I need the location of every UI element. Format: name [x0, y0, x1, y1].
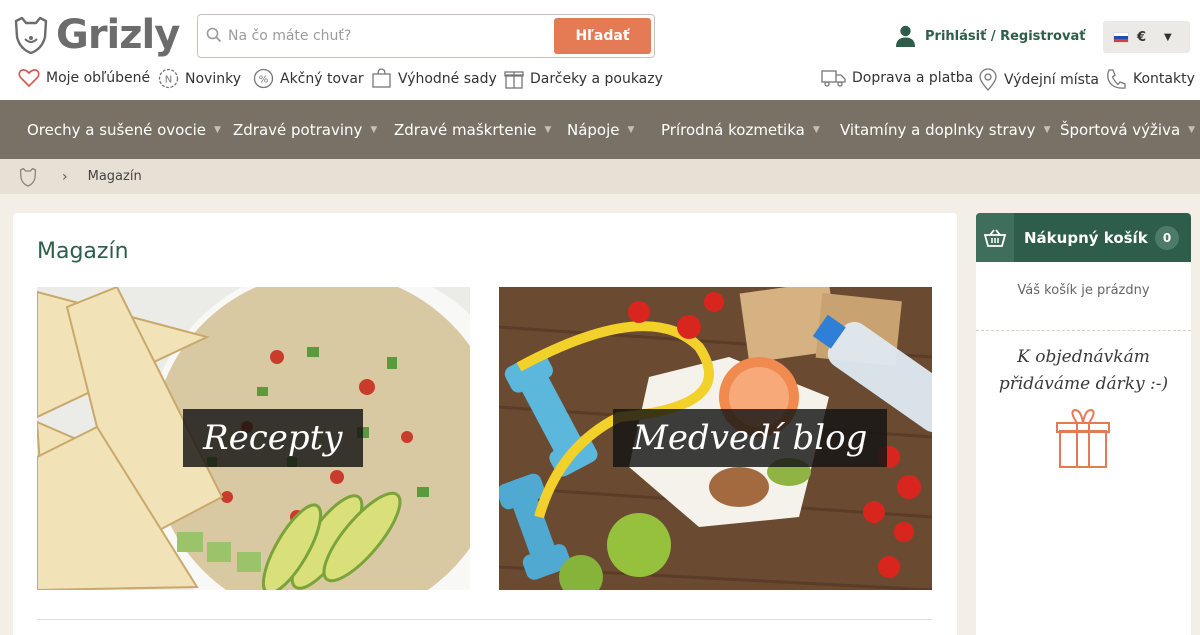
chevron-right-icon: › — [62, 168, 68, 185]
nav-sports[interactable]: Športová výživa ▼ — [1060, 100, 1195, 159]
nav-vitamins[interactable]: Vitamíny a doplnky stravy ▼ — [840, 100, 1051, 159]
percent-icon: % — [253, 68, 274, 89]
card-blog[interactable]: Medvedí blog — [499, 287, 932, 590]
brand-name: Grizly — [56, 12, 180, 58]
subnav-sale[interactable]: % Akčný tovar — [253, 68, 364, 89]
subnav-gifts[interactable]: Darčeky a poukazy — [504, 68, 663, 89]
main-navigation: Orechy a sušené ovocie ▼ Zdravé potraviny… — [0, 100, 1200, 159]
gift-icon — [504, 71, 524, 89]
currency-value: € — [1137, 29, 1147, 45]
user-icon — [896, 25, 915, 47]
header: Grizly Hľadať Prihlásiť / Registrovať € … — [0, 0, 1200, 100]
home-bear-icon[interactable] — [18, 167, 38, 187]
logo[interactable]: Grizly — [12, 12, 180, 58]
subnav-favorites[interactable]: Moje obľúbené — [18, 68, 150, 88]
search-icon — [206, 27, 222, 43]
cart-header[interactable]: Nákupný košík 0 — [976, 213, 1191, 262]
svg-text:N: N — [165, 75, 172, 86]
shopping-cart: Nákupný košík 0 Váš košík je prázdny K o… — [976, 213, 1191, 635]
login-link[interactable]: Prihlásiť / Registrovať — [895, 25, 1085, 47]
divider — [37, 619, 932, 620]
breadcrumb-current: Magazín — [87, 169, 142, 184]
main-content: Magazín Recepty Medvedí blog — [13, 213, 957, 635]
subnav-news[interactable]: N Novinky — [158, 68, 241, 89]
basket-icon-box — [976, 213, 1014, 262]
breadcrumb: › Magazín — [0, 159, 1200, 194]
page-title: Magazín — [37, 239, 129, 264]
subnav-contacts[interactable]: Kontakty — [1105, 68, 1195, 90]
chevron-down-icon: ▼ — [213, 124, 221, 135]
truck-icon — [821, 70, 846, 87]
chevron-down-icon: ▼ — [1164, 31, 1172, 43]
card-recipes[interactable]: Recepty — [37, 287, 470, 590]
bag-icon — [372, 68, 391, 88]
nav-cosmetics[interactable]: Prírodná kozmetika ▼ — [661, 100, 820, 159]
basket-icon — [984, 228, 1006, 247]
subnav-shipping[interactable]: Doprava a platba — [821, 68, 973, 88]
search-button[interactable]: Hľadať — [554, 18, 651, 54]
subnav: Moje obľúbené N Novinky % Akčný tovar Vý… — [0, 68, 1200, 94]
phone-icon — [1107, 69, 1126, 89]
new-badge-icon: N — [158, 68, 179, 89]
nav-nuts[interactable]: Orechy a sušené ovocie ▼ — [27, 100, 221, 159]
chevron-down-icon: ▼ — [370, 124, 378, 135]
svg-text:%: % — [259, 75, 269, 86]
chevron-down-icon: ▼ — [1043, 124, 1051, 135]
slovak-flag-icon — [1113, 31, 1129, 43]
currency-selector[interactable]: € ▼ — [1103, 21, 1190, 53]
gift-line-2: přidáváme dárky :-) — [998, 374, 1169, 394]
gift-message: K objednávkám přidáváme dárky :-) — [976, 344, 1191, 398]
login-label: Prihlásiť / Registrovať — [925, 28, 1086, 44]
heart-icon — [18, 69, 40, 88]
card-recipes-label: Recepty — [183, 409, 363, 467]
nav-drinks[interactable]: Nápoje ▼ — [567, 100, 634, 159]
cart-title: Nákupný košík — [1024, 228, 1148, 247]
chevron-down-icon: ▼ — [1188, 124, 1196, 135]
map-pin-icon — [979, 68, 997, 91]
nav-healthy-food[interactable]: Zdravé potraviny ▼ — [233, 100, 377, 159]
cart-count-badge: 0 — [1155, 226, 1179, 250]
bear-logo-icon — [14, 16, 48, 55]
subnav-pickup[interactable]: Výdejní místa — [978, 68, 1099, 92]
gift-box-icon — [1056, 409, 1110, 468]
nav-healthy-snacks[interactable]: Zdravé maškrtenie ▼ — [394, 100, 551, 159]
card-blog-label: Medvedí blog — [613, 409, 888, 467]
gift-line-1: K objednávkám — [1017, 347, 1150, 367]
cart-separator — [976, 330, 1191, 331]
search-box: Hľadať — [197, 14, 655, 58]
chevron-down-icon: ▼ — [627, 124, 635, 135]
chevron-down-icon: ▼ — [812, 124, 820, 135]
cart-empty-message: Váš košík je prázdny — [1017, 283, 1150, 298]
search-input[interactable] — [228, 21, 548, 51]
subnav-sets[interactable]: Výhodné sady — [371, 68, 497, 89]
chevron-down-icon: ▼ — [544, 124, 552, 135]
